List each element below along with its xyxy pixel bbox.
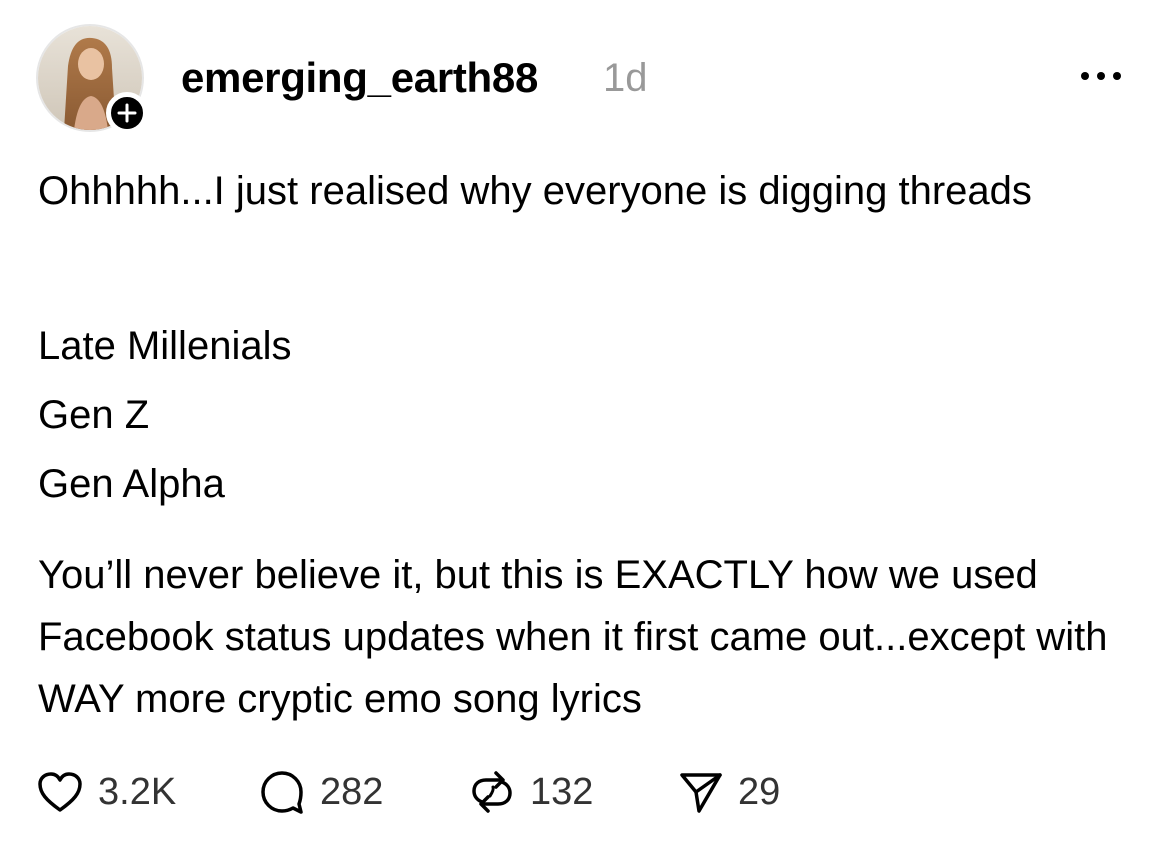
post-text-line: Gen Alpha xyxy=(38,462,225,506)
heart-icon xyxy=(34,766,86,818)
avatar-container[interactable] xyxy=(36,24,148,134)
timestamp: 1d xyxy=(603,56,648,100)
repost-count: 132 xyxy=(530,770,594,813)
share-count: 29 xyxy=(738,770,781,813)
post-text-paragraph: Ohhhhh...I just realised why everyone is… xyxy=(38,169,1032,213)
repost-icon xyxy=(466,766,518,818)
reply-button[interactable]: 282 xyxy=(256,766,383,818)
like-count: 3.2K xyxy=(98,770,177,813)
plus-icon xyxy=(117,103,137,123)
more-button[interactable] xyxy=(1075,60,1127,92)
post-text-line: Gen Z xyxy=(38,393,150,437)
reply-count: 282 xyxy=(320,770,384,813)
repost-button[interactable]: 132 xyxy=(466,766,593,818)
post-text-paragraph: You’ll never believe it, but this is EXA… xyxy=(38,553,1108,721)
post-text-line: Late Millenials xyxy=(38,324,292,368)
like-button[interactable]: 3.2K xyxy=(34,766,176,818)
follow-button[interactable] xyxy=(106,92,148,134)
send-icon xyxy=(674,766,726,818)
thread-post: emerging_earth88 1d Ohhhhh...I just real… xyxy=(0,0,1170,847)
username[interactable]: emerging_earth88 xyxy=(181,52,538,104)
comment-icon xyxy=(256,766,308,818)
share-button[interactable]: 29 xyxy=(674,766,780,818)
ellipsis-icon xyxy=(1081,72,1121,80)
